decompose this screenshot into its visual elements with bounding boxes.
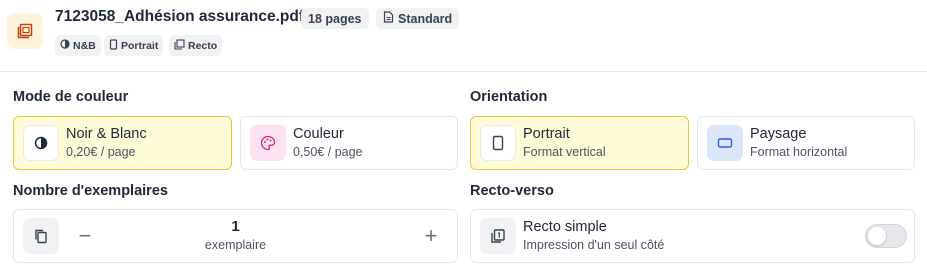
- increment-button[interactable]: +: [419, 224, 443, 248]
- copies-value: 1: [231, 218, 240, 235]
- duplex-setting: Recto simple Impression d'un seul côté: [470, 209, 915, 263]
- orientation-title: Orientation: [470, 89, 548, 105]
- toggle-knob: [868, 227, 886, 245]
- single-sided-icon: [174, 38, 185, 53]
- contrast-icon: [60, 39, 70, 52]
- option-desc: Format vertical: [523, 145, 606, 159]
- copies-title: Nombre d'exemplaires: [13, 183, 168, 199]
- printer-file-icon: [7, 13, 43, 49]
- tag-color-mode: N&B: [55, 35, 101, 56]
- duplex-title: Recto-verso: [470, 183, 554, 199]
- single-sided-icon: [480, 218, 516, 254]
- option-label: Portrait: [523, 126, 570, 142]
- color-mode-title: Mode de couleur: [13, 89, 129, 105]
- portrait-icon: [480, 125, 516, 161]
- option-price: 0,20€ / page: [66, 145, 136, 159]
- duplex-toggle[interactable]: [865, 224, 907, 248]
- file-icon: [383, 11, 394, 26]
- copies-stepper: − 1 exemplaire +: [13, 209, 458, 263]
- landscape-icon: [707, 125, 743, 161]
- portrait-icon: [109, 38, 118, 53]
- tag-duplex: Recto: [169, 35, 223, 56]
- option-black-white[interactable]: Noir & Blanc 0,20€ / page: [13, 116, 232, 170]
- quality-badge: Standard: [376, 8, 460, 29]
- tag-orientation: Portrait: [104, 35, 164, 56]
- contrast-icon: [23, 125, 59, 161]
- option-label: Noir & Blanc: [66, 126, 147, 142]
- file-name: 7123058_Adhésion assurance.pdf: [55, 8, 304, 25]
- copies-unit: exemplaire: [204, 238, 267, 252]
- duplex-desc: Impression d'un seul côté: [523, 238, 665, 252]
- palette-icon: [250, 125, 286, 161]
- option-color[interactable]: Couleur 0,50€ / page: [240, 116, 458, 170]
- option-landscape[interactable]: Paysage Format horizontal: [697, 116, 915, 170]
- option-portrait[interactable]: Portrait Format vertical: [470, 116, 689, 170]
- option-desc: Format horizontal: [750, 145, 848, 159]
- duplex-label: Recto simple: [523, 219, 607, 235]
- option-label: Couleur: [293, 126, 344, 142]
- page-count-badge: 18 pages: [301, 8, 369, 29]
- file-header: 7123058_Adhésion assurance.pdf 18 pages …: [0, 0, 927, 72]
- option-label: Paysage: [750, 126, 807, 142]
- option-price: 0,50€ / page: [293, 145, 363, 159]
